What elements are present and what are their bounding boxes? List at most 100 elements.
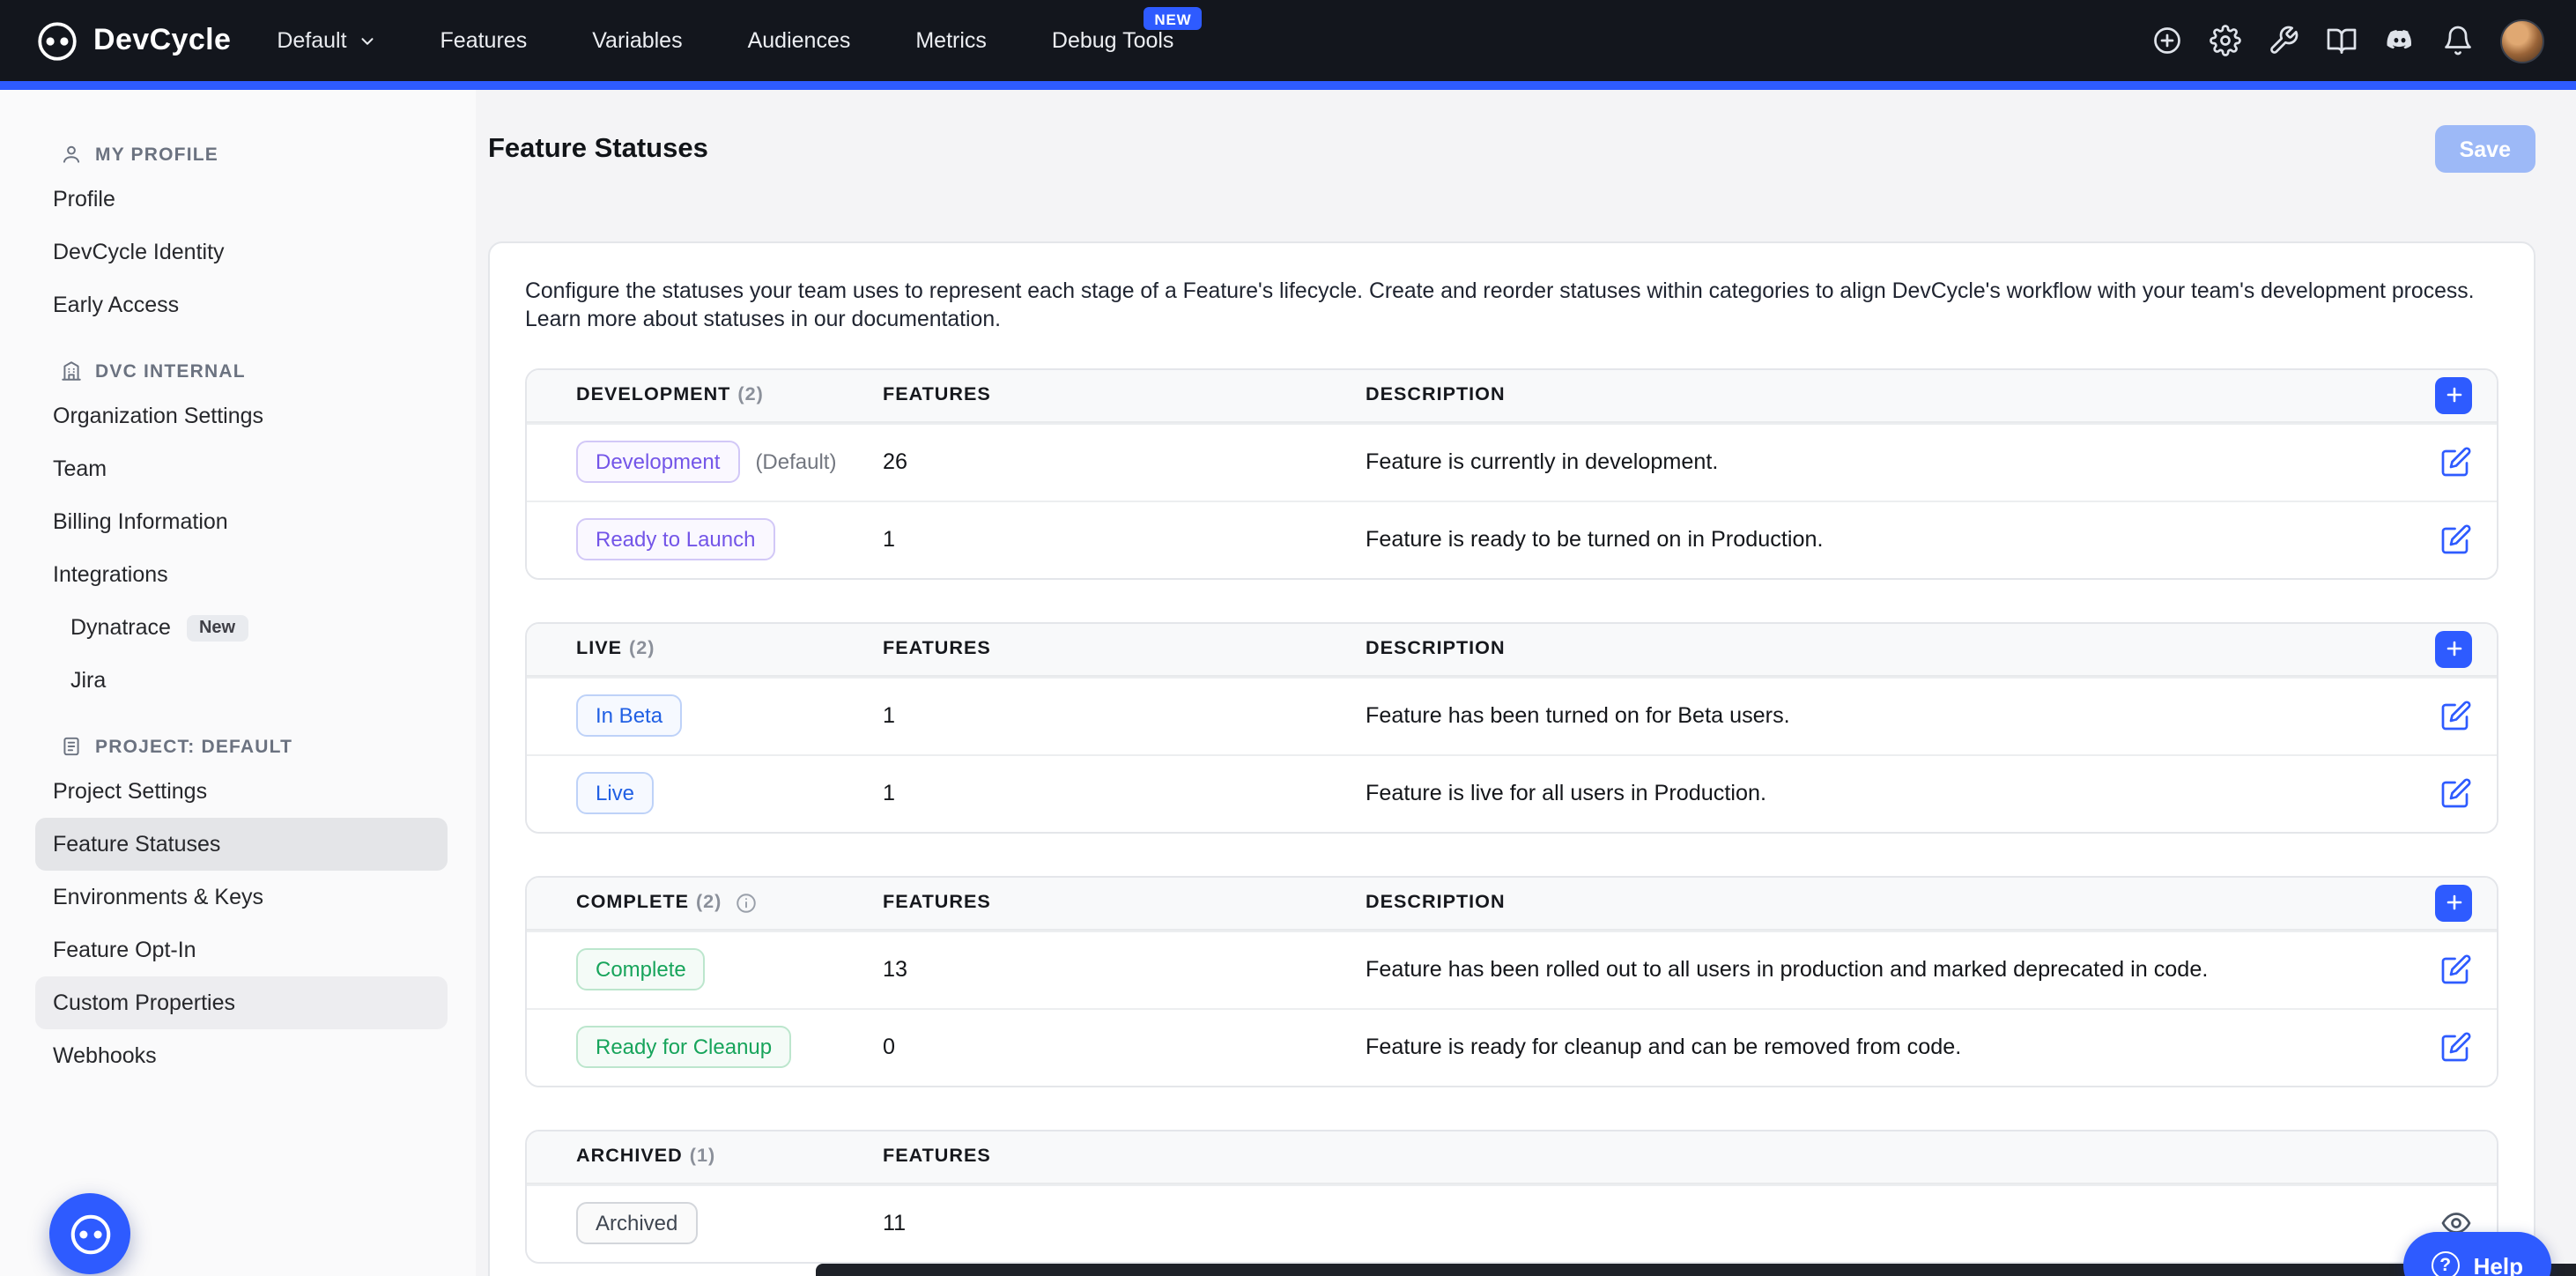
project-selector-dropdown[interactable]: Default bbox=[277, 28, 376, 53]
status-row-development: Development(Default)26Feature is current… bbox=[527, 423, 2497, 501]
sidebar-item-billing-information[interactable]: Billing Information bbox=[35, 495, 448, 548]
person-icon bbox=[60, 143, 83, 166]
devcycle-bot-icon bbox=[66, 1210, 114, 1257]
sidebar-item-label: Custom Properties bbox=[53, 990, 235, 1015]
help-button[interactable]: ? Help bbox=[2403, 1232, 2551, 1276]
category-name: LIVE bbox=[576, 639, 622, 660]
edit-status-icon[interactable] bbox=[2440, 447, 2472, 478]
category-header: LIVE(2) bbox=[576, 639, 883, 660]
discord-icon[interactable] bbox=[2384, 25, 2416, 56]
category-count: (2) bbox=[737, 385, 763, 406]
main-nav: Features Variables Audiences Metrics Debug T… bbox=[440, 0, 1174, 81]
status-description: Feature is ready for cleanup and can be … bbox=[1366, 1035, 2402, 1060]
status-row-live: Live1Feature is live for all users in Pr… bbox=[527, 754, 2497, 832]
sidebar-item-label: Organization Settings bbox=[53, 404, 263, 428]
sidebar-item-custom-properties[interactable]: Custom Properties bbox=[35, 976, 448, 1029]
category-count: (1) bbox=[690, 1146, 715, 1168]
category-name: COMPLETE bbox=[576, 893, 689, 914]
sidebar-item-devcycle-identity[interactable]: DevCycle Identity bbox=[35, 226, 448, 278]
sidebar-section-label: DVC INTERNAL bbox=[95, 360, 246, 382]
nav-item-debug-tools[interactable]: Debug ToolsNEW bbox=[1052, 0, 1174, 81]
sidebar-section-my-profile: MY PROFILEProfileDevCycle IdentityEarly … bbox=[0, 136, 476, 331]
bottom-edge-bar bbox=[816, 1264, 2576, 1276]
category-header: ARCHIVED(1) bbox=[576, 1146, 883, 1168]
sidebar-item-label: Webhooks bbox=[53, 1043, 157, 1068]
sidebar-item-environments-keys[interactable]: Environments & Keys bbox=[35, 871, 448, 924]
default-suffix: (Default) bbox=[755, 450, 836, 475]
sidebar-item-feature-statuses[interactable]: Feature Statuses bbox=[35, 818, 448, 871]
status-badge: In Beta bbox=[576, 695, 682, 738]
notifications-bell-icon[interactable] bbox=[2442, 25, 2474, 56]
sidebar-item-label: Profile bbox=[53, 187, 115, 211]
status-badge: Archived bbox=[576, 1203, 697, 1245]
sidebar-item-integrations[interactable]: Integrations bbox=[35, 548, 448, 601]
info-icon[interactable] bbox=[734, 892, 757, 915]
sidebar-item-dynatrace[interactable]: DynatraceNew bbox=[35, 601, 448, 654]
status-table-complete: COMPLETE(2)FEATURESDESCRIPTIONComplete13… bbox=[525, 876, 2498, 1087]
docs-book-icon[interactable] bbox=[2326, 25, 2358, 56]
status-table-header: ARCHIVED(1)FEATURES bbox=[527, 1131, 2497, 1184]
add-status-button[interactable] bbox=[2435, 631, 2472, 668]
sidebar-item-jira[interactable]: Jira bbox=[35, 654, 448, 707]
building-icon bbox=[60, 360, 83, 382]
main-content: Feature Statuses Save Configure the stat… bbox=[476, 90, 2576, 1276]
sidebar-item-label: Billing Information bbox=[53, 509, 228, 534]
sidebar-item-feature-opt-in[interactable]: Feature Opt-In bbox=[35, 924, 448, 976]
brand[interactable]: DevCycle bbox=[35, 19, 231, 63]
edit-status-icon[interactable] bbox=[2440, 701, 2472, 732]
add-status-button[interactable] bbox=[2435, 885, 2472, 922]
nav-item-label: Features bbox=[440, 28, 528, 53]
status-cell: Ready to Launch bbox=[576, 519, 883, 561]
sidebar-section-dvc-internal: DVC INTERNAL Organization Settings Team Bil… bbox=[0, 352, 476, 707]
edit-status-icon[interactable] bbox=[2440, 778, 2472, 810]
sidebar-item-label: Project Settings bbox=[53, 779, 207, 804]
status-cell: Complete bbox=[576, 949, 883, 991]
save-button[interactable]: Save bbox=[2435, 125, 2535, 173]
status-cell: Live bbox=[576, 773, 883, 815]
status-table-header: LIVE(2)FEATURESDESCRIPTION bbox=[527, 624, 2497, 677]
category-name: DEVELOPMENT bbox=[576, 385, 730, 406]
brand-name: DevCycle bbox=[93, 23, 231, 58]
chat-widget-button[interactable] bbox=[49, 1193, 130, 1274]
avatar[interactable] bbox=[2500, 19, 2544, 63]
status-cell: In Beta bbox=[576, 695, 883, 738]
wrench-icon[interactable] bbox=[2268, 25, 2299, 56]
features-count: 1 bbox=[883, 704, 1366, 729]
gear-icon[interactable] bbox=[2210, 25, 2241, 56]
header-icons bbox=[2151, 19, 2544, 63]
nav-item-label: Variables bbox=[592, 28, 682, 53]
status-row-ready-for-cleanup: Ready for Cleanup0Feature is ready for c… bbox=[527, 1008, 2497, 1086]
plus-circle-icon[interactable] bbox=[2151, 25, 2183, 56]
edit-status-icon[interactable] bbox=[2440, 954, 2472, 986]
top-nav: DevCycle Default Features Variables Audien… bbox=[0, 0, 2576, 81]
status-description: Feature has been turned on for Beta user… bbox=[1366, 704, 2402, 729]
sidebar-item-team[interactable]: Team bbox=[35, 442, 448, 495]
status-table-header: COMPLETE(2)FEATURESDESCRIPTION bbox=[527, 878, 2497, 931]
features-count: 1 bbox=[883, 528, 1366, 553]
status-badge: Development bbox=[576, 441, 739, 484]
nav-item-label: Audiences bbox=[748, 28, 851, 53]
nav-item-label: Debug Tools bbox=[1052, 28, 1174, 53]
status-row-in-beta: In Beta 1Feature has been turned on for B… bbox=[527, 677, 2497, 754]
status-cell: Archived bbox=[576, 1203, 883, 1245]
sidebar-item-profile[interactable]: Profile bbox=[35, 173, 448, 226]
sidebar-item-label: Dynatrace bbox=[70, 615, 171, 640]
nav-item-metrics[interactable]: Metrics bbox=[915, 0, 987, 81]
features-column-header: FEATURES bbox=[883, 1146, 1366, 1168]
feature-statuses-card: Configure the statuses your team uses to… bbox=[488, 241, 2535, 1276]
sidebar-item-project-settings[interactable]: Project Settings bbox=[35, 765, 448, 818]
edit-status-icon[interactable] bbox=[2440, 524, 2472, 556]
sidebar-item-early-access[interactable]: Early Access bbox=[35, 278, 448, 331]
nav-item-audiences[interactable]: Audiences bbox=[748, 0, 851, 81]
project-icon bbox=[60, 735, 83, 758]
description-column-header: DESCRIPTION bbox=[1366, 893, 2402, 914]
category-header: COMPLETE(2) bbox=[576, 892, 883, 915]
features-count: 26 bbox=[883, 450, 1366, 475]
add-status-button[interactable] bbox=[2435, 377, 2472, 414]
nav-item-features[interactable]: Features bbox=[440, 0, 528, 81]
sidebar-item-webhooks[interactable]: Webhooks bbox=[35, 1029, 448, 1082]
nav-item-variables[interactable]: Variables bbox=[592, 0, 682, 81]
edit-status-icon[interactable] bbox=[2440, 1032, 2472, 1064]
status-badge: Ready for Cleanup bbox=[576, 1027, 791, 1069]
sidebar-item-organization-settings[interactable]: Organization Settings bbox=[35, 389, 448, 442]
